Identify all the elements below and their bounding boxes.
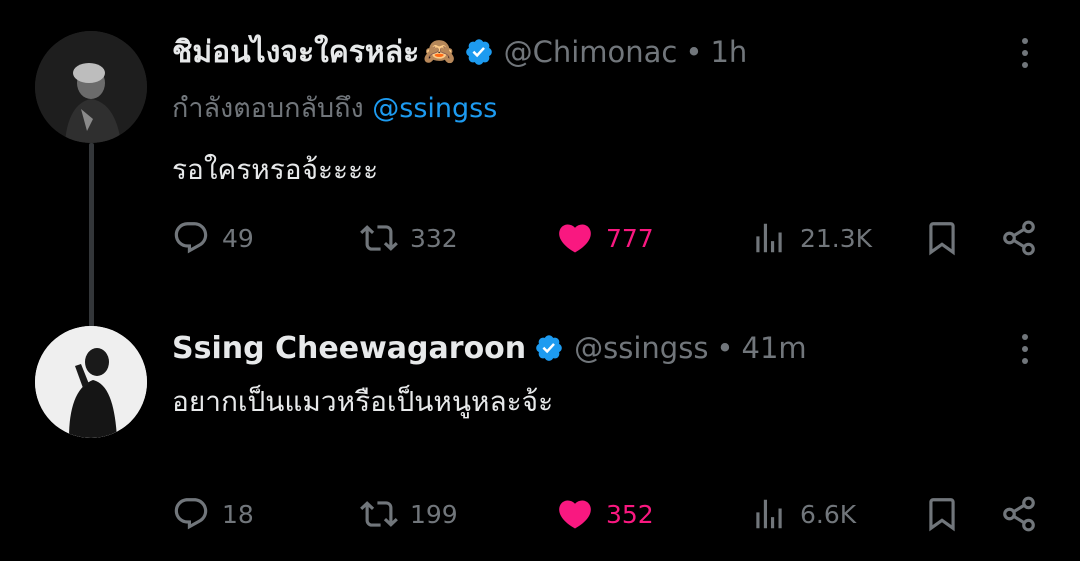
- replying-mention-link[interactable]: @ssingss: [372, 93, 497, 124]
- separator-dot: •: [685, 35, 703, 69]
- more-icon[interactable]: [1018, 334, 1032, 364]
- like-button[interactable]: 777: [556, 213, 654, 263]
- verified-badge-icon: [465, 39, 492, 65]
- tweet[interactable]: Ssing Cheewagaroon @ssingss • 41m อยากเป…: [0, 300, 1080, 561]
- tweet[interactable]: ชิม่อนไงจะใครหล่ะ 🙈 @Chimonac • 1h กำลัง…: [0, 0, 1080, 300]
- heart-icon: [559, 224, 591, 253]
- display-name[interactable]: ชิม่อนไงจะใครหล่ะ: [172, 29, 419, 76]
- share-button[interactable]: [1000, 213, 1038, 263]
- like-button[interactable]: 352: [556, 489, 654, 539]
- views-button[interactable]: 6.6K: [750, 489, 856, 539]
- tweet-text: อยากเป็นแมวหรือเป็นหนูหละจ้ะ: [172, 385, 554, 418]
- retweet-count: 332: [410, 223, 458, 253]
- replying-prefix: กำลังตอบกลับถึง: [172, 93, 364, 124]
- bookmark-button[interactable]: [923, 213, 961, 263]
- user-handle[interactable]: @ssingss: [574, 331, 708, 365]
- action-bar: 49 332 777 21.3K: [0, 213, 1080, 263]
- like-count: 777: [606, 223, 654, 253]
- avatar-photo: [35, 31, 147, 143]
- tweet-header: Ssing Cheewagaroon @ssingss • 41m: [172, 326, 807, 370]
- replying-to: กำลังตอบกลับถึง @ssingss: [172, 86, 497, 129]
- views-count: 6.6K: [800, 499, 857, 529]
- tweet-header: ชิม่อนไงจะใครหล่ะ 🙈 @Chimonac • 1h: [172, 30, 747, 74]
- display-name[interactable]: Ssing Cheewagaroon: [172, 331, 526, 366]
- see-no-evil-emoji: 🙈: [423, 37, 456, 67]
- heart-icon: [559, 500, 591, 529]
- views-icon: [756, 499, 782, 529]
- verified-badge-icon: [536, 335, 562, 361]
- retweet-button[interactable]: 332: [360, 213, 458, 263]
- views-button[interactable]: 21.3K: [750, 213, 872, 263]
- reply-button[interactable]: 18: [172, 489, 254, 539]
- share-icon: [1003, 496, 1035, 532]
- timestamp[interactable]: 1h: [710, 35, 747, 69]
- reply-icon: [174, 498, 208, 530]
- views-icon: [756, 223, 782, 253]
- reply-count: 18: [222, 499, 254, 529]
- like-count: 352: [606, 499, 654, 529]
- bookmark-icon: [929, 498, 955, 532]
- views-count: 21.3K: [800, 223, 873, 253]
- avatar[interactable]: [35, 31, 147, 143]
- retweet-icon: [360, 501, 398, 527]
- timestamp[interactable]: 41m: [742, 331, 807, 365]
- avatar[interactable]: [35, 326, 147, 438]
- avatar-photo: [35, 326, 147, 438]
- tweet-text: รอใครหรอจ้ะะะะ: [172, 153, 379, 186]
- action-bar: 18 199 352 6.6K: [0, 489, 1080, 539]
- share-button[interactable]: [1000, 489, 1038, 539]
- reply-count: 49: [222, 223, 254, 253]
- separator-dot: •: [716, 331, 734, 365]
- retweet-count: 199: [410, 499, 458, 529]
- bookmark-button[interactable]: [923, 489, 961, 539]
- bookmark-icon: [929, 222, 955, 256]
- reply-icon: [174, 222, 208, 254]
- share-icon: [1003, 220, 1035, 256]
- retweet-button[interactable]: 199: [360, 489, 458, 539]
- user-handle[interactable]: @Chimonac: [504, 35, 678, 69]
- retweet-icon: [360, 225, 398, 251]
- reply-button[interactable]: 49: [172, 213, 254, 263]
- more-icon[interactable]: [1018, 38, 1032, 68]
